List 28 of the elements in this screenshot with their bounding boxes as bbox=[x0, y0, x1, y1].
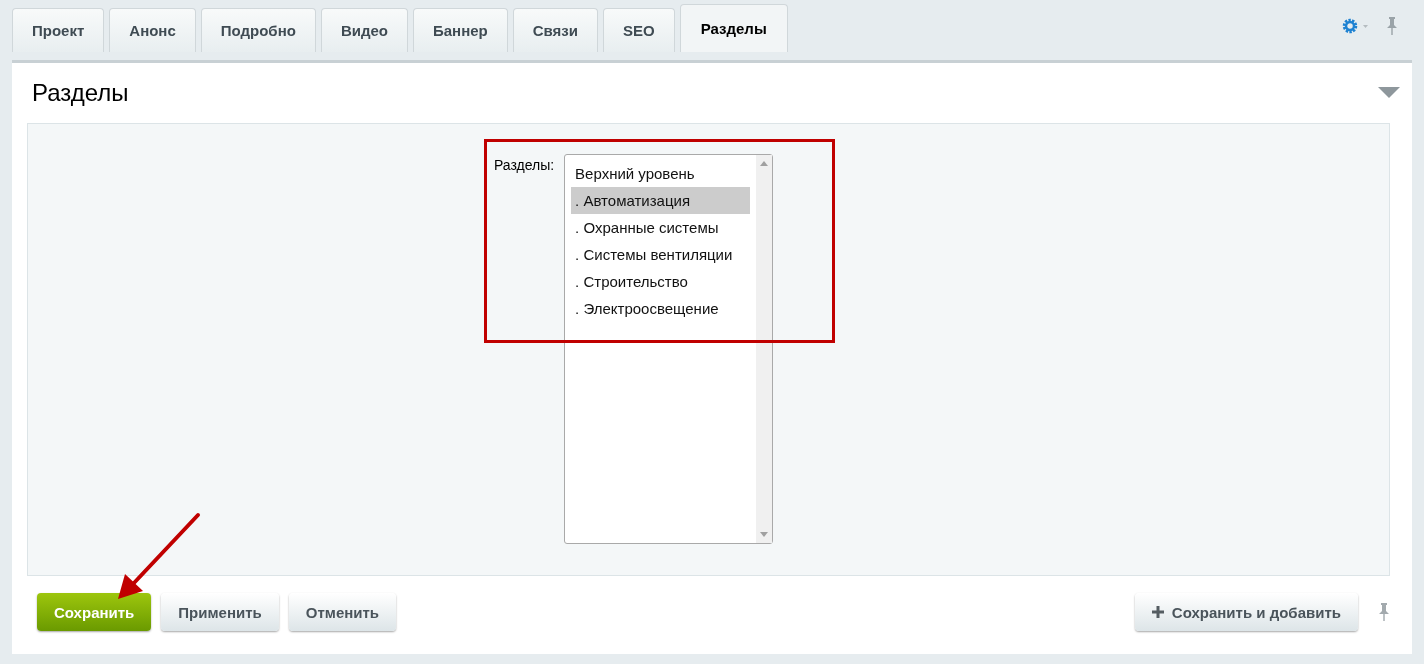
tab[interactable]: Проект bbox=[12, 8, 105, 52]
list-option[interactable]: . Автоматизация bbox=[571, 187, 751, 214]
list-option[interactable]: . Электроосвещение bbox=[571, 295, 751, 322]
tab[interactable]: Разделы bbox=[679, 4, 788, 52]
scroll-up-icon[interactable] bbox=[760, 161, 769, 166]
tab[interactable]: Анонс bbox=[109, 8, 196, 52]
tab[interactable]: SEO bbox=[603, 8, 675, 52]
pin-icon[interactable] bbox=[1386, 16, 1398, 36]
plus-icon bbox=[1151, 606, 1164, 618]
list-option[interactable]: . Строительство bbox=[571, 268, 751, 295]
field-label: Разделы: bbox=[493, 156, 556, 175]
tab[interactable]: Подробно bbox=[200, 8, 316, 52]
list-option[interactable]: Верхний уровень bbox=[571, 160, 751, 187]
tab[interactable]: Видео bbox=[320, 8, 408, 52]
scrollbar[interactable] bbox=[756, 155, 773, 543]
settings-icon[interactable] bbox=[1342, 18, 1370, 34]
scroll-down-icon[interactable] bbox=[760, 532, 769, 537]
tab[interactable]: Связи bbox=[512, 8, 598, 52]
collapse-icon[interactable] bbox=[1378, 87, 1400, 99]
list-option[interactable]: . Системы вентиляции bbox=[571, 241, 751, 268]
action-button[interactable]: Применить bbox=[161, 593, 279, 631]
tab[interactable]: Баннер bbox=[412, 8, 508, 52]
pin-icon[interactable] bbox=[1378, 602, 1390, 622]
list-option[interactable]: . Охранные системы bbox=[571, 214, 751, 241]
section-title: Разделы bbox=[32, 79, 129, 107]
save-and-add-button[interactable]: Сохранить и добавить bbox=[1134, 593, 1358, 631]
action-button[interactable]: Отменить bbox=[288, 593, 397, 631]
sections-listbox[interactable]: Верхний уровень . Автоматизация . Охранные системы . Системы вентиляции . Строительство . Электроосвещение bbox=[564, 154, 774, 544]
